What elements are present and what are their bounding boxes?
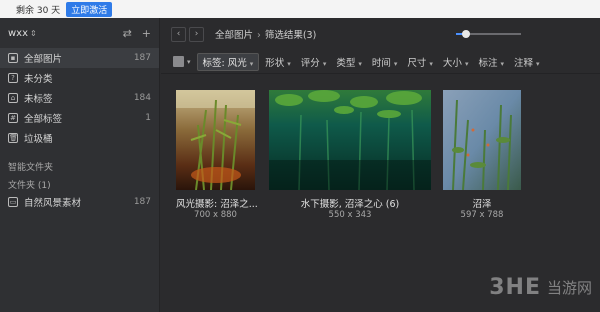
filter-label: 大小 [442,57,462,69]
filter-label: 评分 [300,57,320,69]
tag-icon: ⌂ [8,93,18,103]
zoom-slider[interactable] [456,30,521,38]
filter-time[interactable]: 时间 ▾ [372,55,398,69]
swamp-photo-thumbnail[interactable] [443,90,521,190]
image-icon: ▪ [8,53,18,63]
zoom-slider-handle[interactable] [461,30,470,38]
sidebar-item-label: 未分类 [24,74,53,85]
filter-label: 类型 [336,57,356,69]
sidebar-item-label: 全部标签 [24,114,63,125]
filter-label: 形状 [265,57,285,69]
chevron-down-icon: ▾ [322,59,327,68]
sidebar-item-all-tags[interactable]: # 全部标签 1 [0,108,159,128]
library-switcher[interactable]: wxx ⇕ [8,28,37,39]
chevron-down-icon: ▾ [429,59,433,68]
sidebar: wxx ⇕ ⇄ + ▪ 全部图片 187 ? 未分类 ⌂ 未标签 184 # 全部… [0,18,160,312]
filter-bar: ▾ 标签: 风光 ▾ 形状 ▾ 评分 ▾ 类型 ▾ 时间 ▾ 尺寸 ▾ 大小 ▾ 标注 ▾ 注释… [161,50,600,74]
filter-rating[interactable]: 评分 ▾ [301,55,327,69]
image-name: 风光摄影: 沼泽之... [176,199,258,210]
sidebar-item-trash[interactable]: 🗑 垃圾桶 [0,128,159,148]
chevron-down-icon: ▾ [500,59,504,68]
top-bar: 剩余 30 天 立即激活 [0,0,600,18]
underwater-photo-thumbnail[interactable] [269,90,431,190]
marsh-photo-thumbnail[interactable] [176,90,255,190]
filter-shape[interactable]: 形状 ▾ [265,55,291,69]
sidebar-item-uncategorized[interactable]: ? 未分类 [0,68,159,88]
image-dimensions: 597 x 788 [460,210,504,220]
sidebar-item-untagged[interactable]: ⌂ 未标签 184 [0,88,159,108]
tags-icon: # [8,113,18,123]
chevron-down-icon: ▾ [393,59,398,68]
chevron-down-icon[interactable]: ▾ [187,58,191,66]
watermark-text: 当游网 [546,279,592,297]
tag-filter-chip[interactable]: 标签: 风光 ▾ [196,52,260,71]
forward-button[interactable]: › [189,26,204,42]
breadcrumb-separator-icon: › [257,30,261,41]
select-all-checkbox[interactable] [173,56,184,67]
breadcrumb-current: 筛选结果(3) [264,30,317,41]
tag-filter-label: 标签: 风光 [202,57,247,69]
chevron-down-icon: ▾ [287,59,291,68]
image-name: 沼泽 [472,199,492,210]
chevron-down-icon: ▾ [358,59,362,68]
library-name: wxx [8,27,29,39]
watermark: 3HE 当游网 [489,275,592,300]
chevron-updown-icon: ⇕ [30,28,37,38]
filter-label: 尺寸 [407,57,427,69]
folder-section[interactable]: 文件夹 (1) [0,172,159,191]
chevron-down-icon: ▾ [464,59,469,68]
question-icon: ? [8,73,18,83]
sidebar-item-label: 垃圾桶 [24,134,53,145]
sidebar-item-count: 184 [133,93,151,103]
breadcrumb: 全部图片 › 筛选结果(3) [215,27,316,41]
sidebar-item-label: 全部图片 [24,54,63,65]
activate-button[interactable]: 立即激活 [66,1,113,17]
sidebar-item-count: 1 [145,113,151,123]
sync-icon[interactable]: ⇄ [123,27,132,40]
filter-dimensions[interactable]: 尺寸 ▾ [407,55,433,69]
nav-row: ‹ › 全部图片 › 筛选结果(3) [161,18,600,50]
image-name: 水下摄影, 沼泽之心 (6) [300,199,400,210]
trash-icon: 🗑 [8,133,18,143]
image-dimensions: 700 x 880 [194,210,237,220]
main-panel: ‹ › 全部图片 › 筛选结果(3) ▾ 标签: 风光 ▾ 形状 ▾ 评分 ▾ 类型 ▾ 时… [161,18,600,312]
chevron-right-icon: › [194,29,199,39]
breadcrumb-root[interactable]: 全部图片 [215,30,253,41]
folder-item-nature[interactable]: ▭ 自然风景素材 187 [0,192,159,212]
folder-icon: ▭ [8,197,18,207]
back-button[interactable]: ‹ [171,26,186,42]
folder-label: 自然风景素材 [24,198,82,209]
folder-count: 187 [133,197,151,207]
chevron-down-icon: ▾ [536,59,540,68]
filter-notes[interactable]: 注释 ▾ [514,55,540,69]
filter-label: 标注 [478,57,498,69]
add-icon[interactable]: + [142,27,151,40]
chevron-down-icon: ▾ [249,59,254,68]
trial-remaining-text: 剩余 30 天 [16,5,61,16]
filter-label: 时间 [371,57,391,69]
filter-type[interactable]: 类型 ▾ [336,55,362,69]
image-dimensions: 550 x 343 [328,210,372,220]
sidebar-item-count: 187 [133,53,151,63]
smart-folder-section[interactable]: 智能文件夹 [0,154,159,173]
filter-annotation[interactable]: 标注 ▾ [478,55,504,69]
filter-size[interactable]: 大小 ▾ [443,55,469,69]
library-header: wxx ⇕ ⇄ + [0,18,159,48]
watermark-logo: 3HE [489,275,541,300]
filter-label: 注释 [513,57,533,69]
chevron-left-icon: ‹ [176,29,181,39]
sidebar-item-all-images[interactable]: ▪ 全部图片 187 [0,48,159,68]
sidebar-item-label: 未标签 [24,94,53,105]
